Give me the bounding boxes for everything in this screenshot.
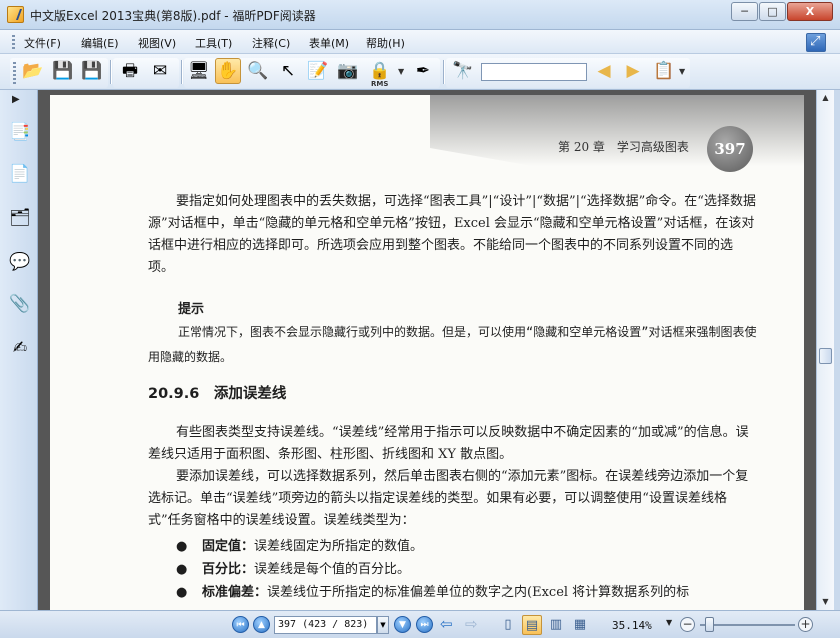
save-as-icon[interactable]: 💾 <box>79 58 105 84</box>
back-arrow-icon[interactable]: ⇦ <box>440 615 453 633</box>
title-bar: 中文版Excel 2013宝典(第8版).pdf - 福昕PDF阅读器 ─ □ … <box>0 0 840 30</box>
pdf-page[interactable]: 第 20 章 学习高级图表 397 要指定如何处理图表中的丢失数据，可选择“图表… <box>50 95 804 610</box>
paragraph-add-error-bars: 要添加误差线，可以选择数据系列，然后单击图表右侧的“添加元素”图标。在误差线旁边… <box>148 469 749 528</box>
menu-bar: 文件(F) 编辑(E) 视图(V) 工具(T) 注释(C) 表单(M) 帮助(H… <box>0 30 840 54</box>
paragraph-error-bars-intro: 有些图表类型支持误差线。“误差线”经常用于指示可以反映数据中不确定因素的“加或减… <box>148 425 749 462</box>
toolbar-separator <box>110 60 111 84</box>
scroll-down-arrow-icon[interactable]: ▼ <box>817 594 834 610</box>
find-next-icon[interactable]: ▶ <box>620 58 646 84</box>
page-number-badge: 397 <box>707 126 753 172</box>
document-viewport[interactable]: 第 20 章 学习高级图表 397 要指定如何处理图表中的丢失数据，可选择“图表… <box>38 90 816 610</box>
menu-comment[interactable]: 注释(C) <box>252 35 290 51</box>
page-dropdown-arrow-icon[interactable]: ▼ <box>377 616 389 634</box>
vertical-scrollbar[interactable]: ▲ ▼ <box>816 90 834 610</box>
select-arrow-icon[interactable]: ↖ <box>275 58 301 84</box>
minimize-button[interactable]: ─ <box>731 2 758 21</box>
zoom-level[interactable]: 35.14% <box>612 619 652 632</box>
maximize-button[interactable]: □ <box>759 2 786 21</box>
menu-file[interactable]: 文件(F) <box>24 35 61 51</box>
status-bar: ⏮ ▲ 397 (423 / 823) ▼ ▼ ⏭ ⇦ ⇨ ▯ ▤ ▥ ▦ 35… <box>0 610 840 638</box>
rms-label: RMS <box>371 80 389 88</box>
zoom-dropdown-arrow-icon[interactable]: ▼ <box>666 618 672 627</box>
snapshot-icon[interactable]: 📷 <box>335 58 361 84</box>
zoom-slider-thumb[interactable] <box>705 617 714 632</box>
close-button[interactable]: X <box>787 2 833 21</box>
bullet-term: 固定值： <box>202 539 255 554</box>
zoom-slider-track[interactable] <box>700 624 795 626</box>
bullet-term: 百分比： <box>202 562 255 577</box>
bullet-dot: ● <box>176 562 188 577</box>
next-page-icon[interactable]: ▼ <box>394 616 411 633</box>
toolbar: 📂 💾 💾 🖶 ✉ 🖥 ✋ 🔍 ↖ 📝 📷 🔒 RMS ▼ ✒ 🔭 ◀ ▶ 📋 … <box>0 54 840 90</box>
window-title: 中文版Excel 2013宝典(第8版).pdf - 福昕PDF阅读器 <box>30 9 316 23</box>
signature-icon[interactable]: ✍ <box>9 336 31 360</box>
find-options-icon[interactable]: 📋 <box>651 58 677 84</box>
continuous-facing-view-icon[interactable]: ▦ <box>570 615 590 635</box>
open-folder-icon[interactable]: 📂 <box>20 58 46 84</box>
page-number-input[interactable]: 397 (423 / 823) <box>274 616 377 634</box>
sign-pen-icon[interactable]: ✒ <box>410 58 436 84</box>
list-item: ● 百分比：误差线是每个值的百分比。 <box>176 558 410 577</box>
paragraph-missing-data: 要指定如何处理图表中的丢失数据，可选择“图表工具”|“设计”|“数据”|“选择数… <box>148 194 756 275</box>
single-page-view-icon[interactable]: ▯ <box>498 615 518 635</box>
scroll-thumb[interactable] <box>819 348 832 364</box>
first-page-icon[interactable]: ⏮ <box>232 616 249 633</box>
forward-arrow-icon[interactable]: ⇨ <box>465 615 478 633</box>
menu-view[interactable]: 视图(V) <box>138 35 176 51</box>
menu-form[interactable]: 表单(M) <box>309 35 349 51</box>
toolbar-grip[interactable] <box>13 62 16 84</box>
find-prev-icon[interactable]: ◀ <box>591 58 617 84</box>
pages-icon[interactable]: 📄 <box>9 162 31 186</box>
print-icon[interactable]: 🖶 <box>117 58 143 84</box>
menu-help[interactable]: 帮助(H) <box>366 35 405 51</box>
tip-title: 提示 <box>178 302 205 317</box>
chapter-header: 第 20 章 学习高级图表 <box>558 140 689 154</box>
bullet-term: 标准偏差： <box>202 585 268 600</box>
toolbar-separator <box>443 60 444 84</box>
facing-view-icon[interactable]: ▥ <box>546 615 566 635</box>
toolbar-separator <box>181 60 182 84</box>
panel-expand-arrow-icon[interactable]: ▶ <box>12 94 20 105</box>
bullet-text: 误差线固定为所指定的数值。 <box>254 539 424 554</box>
layers-icon[interactable]: 🗂 <box>9 206 31 230</box>
bookmark-icon[interactable]: 📑 <box>9 120 31 144</box>
email-icon[interactable]: ✉ <box>147 58 173 84</box>
app-logo-icon <box>7 6 24 23</box>
text-select-icon[interactable]: 📝 <box>305 58 331 84</box>
expand-view-button[interactable] <box>806 33 826 52</box>
zoom-in-icon[interactable]: + <box>798 617 813 632</box>
tip-body: 正常情况下，图表不会显示隐藏行或列中的数据。但是，可以使用“隐藏和空单元格设置”… <box>148 325 757 364</box>
bullet-dot: ● <box>176 539 188 554</box>
list-item: ● 固定值：误差线固定为所指定的数值。 <box>176 535 423 554</box>
bullet-text: 误差线位于所指定的标准偏差单位的数字之内(Excel 将计算数据系列的标 <box>267 585 690 600</box>
window-border <box>834 90 840 610</box>
find-options-dropdown-icon[interactable]: ▼ <box>679 67 685 76</box>
find-search-input[interactable] <box>481 63 587 81</box>
menu-edit[interactable]: 编辑(E) <box>81 35 119 51</box>
bullet-text: 误差线是每个值的百分比。 <box>254 562 411 577</box>
zoom-tool-icon[interactable]: 🔍 <box>245 58 271 84</box>
last-page-icon[interactable]: ⏭ <box>416 616 433 633</box>
save-icon[interactable]: 💾 <box>50 58 76 84</box>
rms-dropdown-arrow-icon[interactable]: ▼ <box>398 67 404 76</box>
find-binoculars-icon[interactable]: 🔭 <box>450 58 476 84</box>
menu-grip[interactable] <box>12 35 15 49</box>
continuous-view-icon[interactable]: ▤ <box>522 615 542 635</box>
zoom-out-icon[interactable]: − <box>680 617 695 632</box>
menu-tools[interactable]: 工具(T) <box>195 35 232 51</box>
bullet-dot: ● <box>176 585 188 600</box>
scroll-up-arrow-icon[interactable]: ▲ <box>817 90 834 106</box>
section-heading: 20.9.6 添加误差线 <box>148 386 287 402</box>
hand-tool-icon[interactable]: ✋ <box>215 58 241 84</box>
left-navigation-panel: ▶ 📑 📄 🗂 💬 📎 ✍ <box>0 90 38 610</box>
fullscreen-icon[interactable]: 🖥 <box>186 58 212 84</box>
list-item: ● 标准偏差：误差线位于所指定的标准偏差单位的数字之内(Excel 将计算数据系列… <box>176 581 689 600</box>
previous-page-icon[interactable]: ▲ <box>253 616 270 633</box>
attachments-icon[interactable]: 📎 <box>9 292 31 316</box>
comments-icon[interactable]: 💬 <box>9 250 31 274</box>
